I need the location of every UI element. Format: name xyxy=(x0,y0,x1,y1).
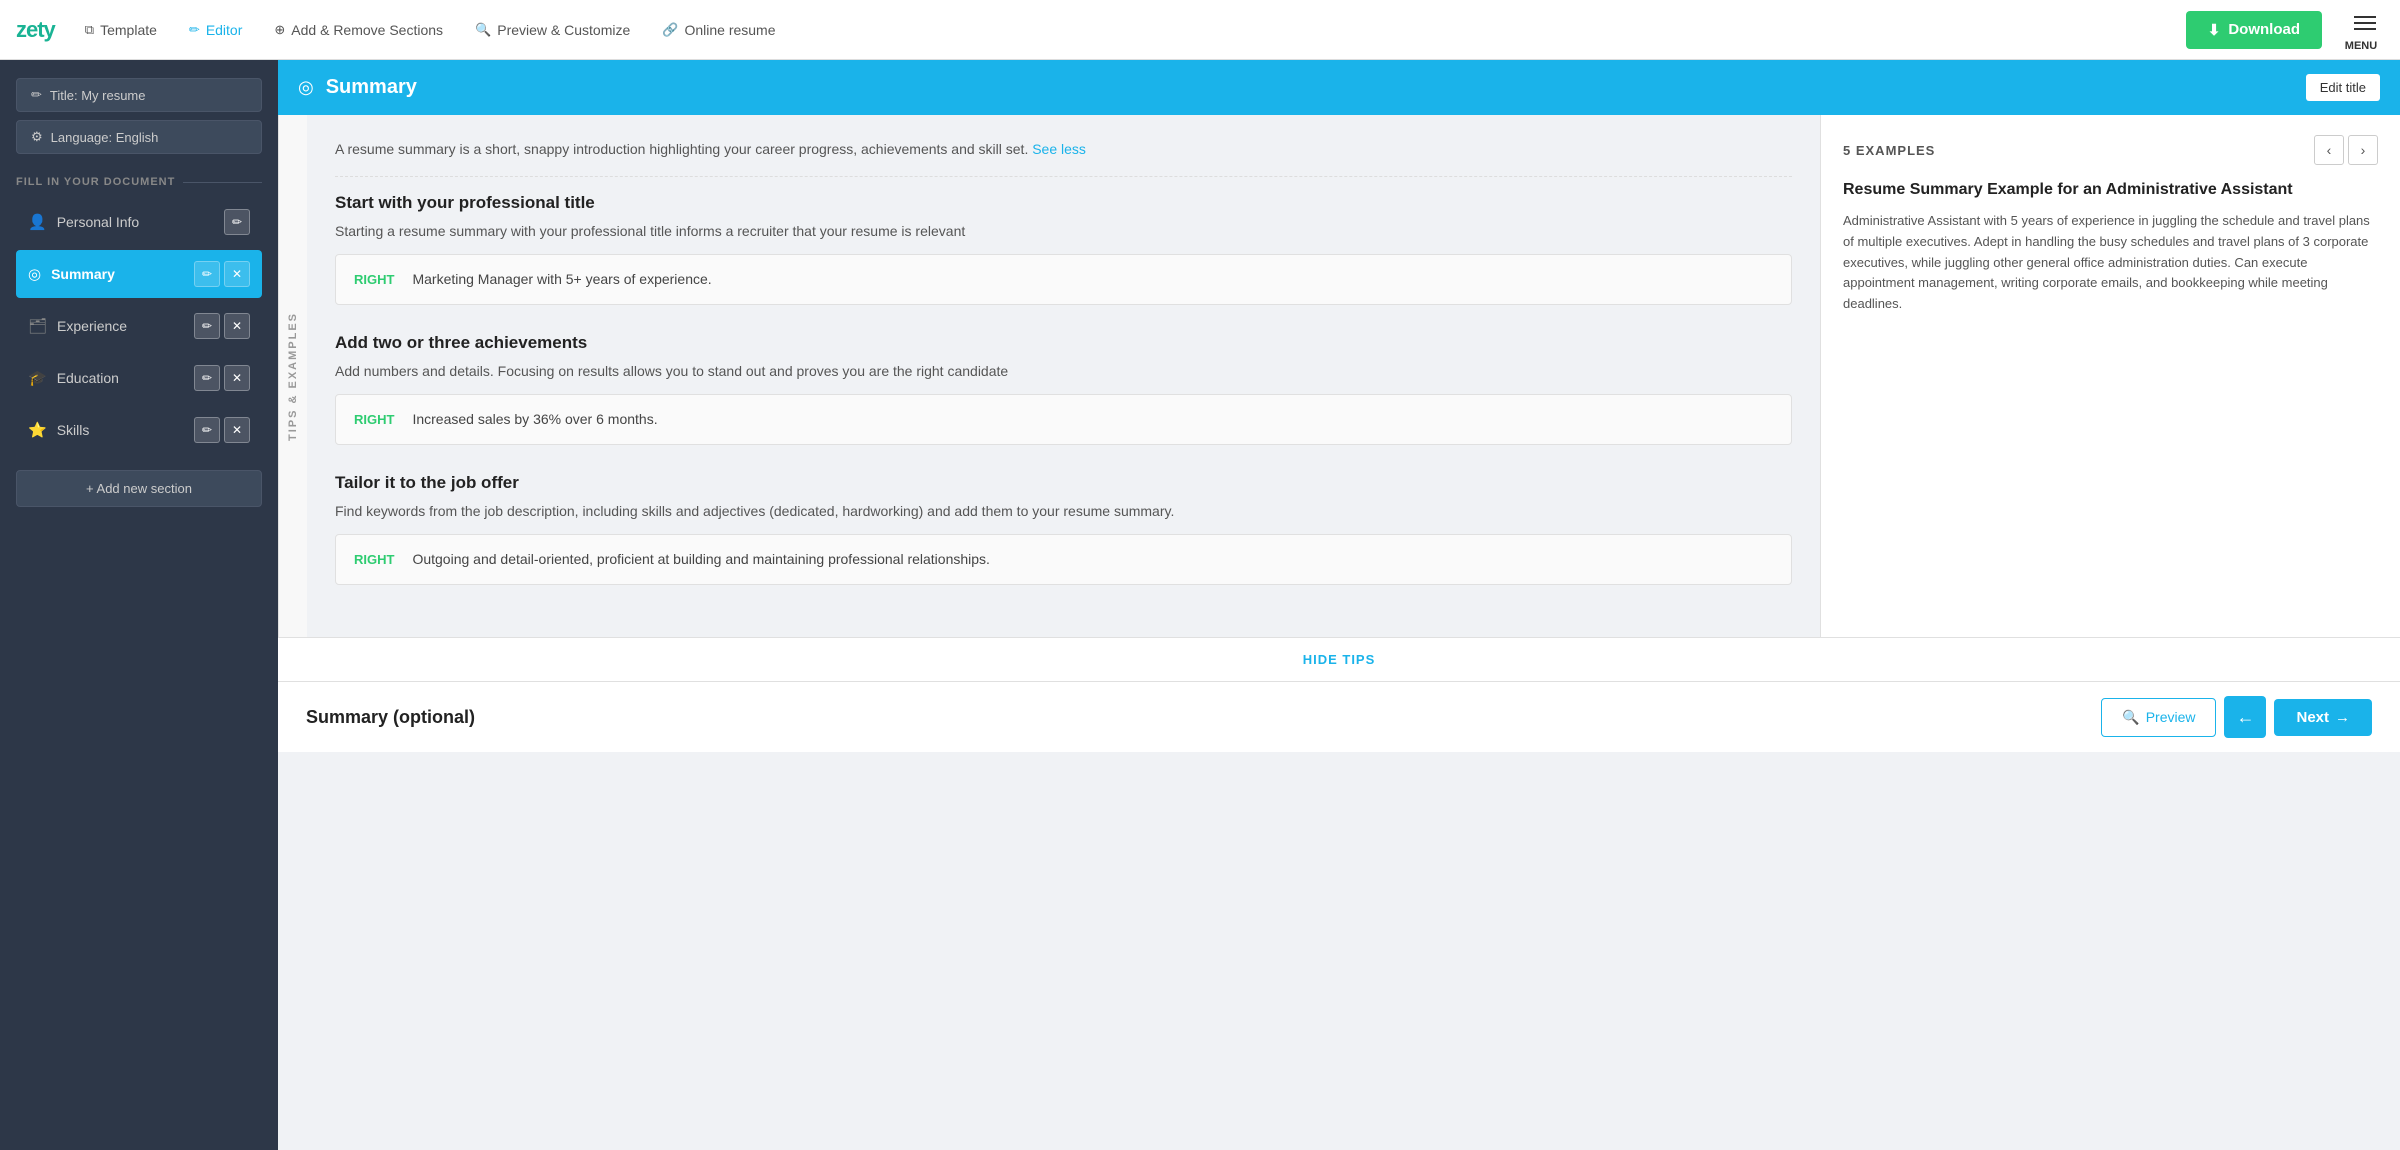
example-box-3: RIGHT Outgoing and detail-oriented, prof… xyxy=(335,534,1792,585)
section-title: Summary xyxy=(326,76,2294,99)
section-target-icon: ◎ xyxy=(298,77,314,98)
globe-icon: ⚙ xyxy=(31,129,43,145)
nav-template-label: Template xyxy=(100,22,157,38)
example-title: Resume Summary Example for an Administra… xyxy=(1843,181,2378,199)
section-header: ◎ Summary Edit title xyxy=(278,60,2400,115)
summary-icon: ◎ xyxy=(28,265,41,283)
delete-education-button[interactable]: ✕ xyxy=(224,365,250,391)
next-button[interactable]: Next → xyxy=(2274,699,2372,736)
preview-customize-icon: 🔍 xyxy=(475,22,491,38)
examples-count: 5 EXAMPLES xyxy=(1843,143,1935,158)
intro-text: A resume summary is a short, snappy intr… xyxy=(335,139,1792,160)
preview-icon: 🔍 xyxy=(2122,709,2139,726)
sidebar-item-personal-info[interactable]: 👤 Personal Info ✏ xyxy=(16,198,262,246)
sidebar: ✏ Title: My resume ⚙ Language: English F… xyxy=(0,60,278,1150)
examples-navigation: ‹ › xyxy=(2314,135,2378,165)
skills-icon: ⭐ xyxy=(28,421,47,439)
example-box-2: RIGHT Increased sales by 36% over 6 mont… xyxy=(335,394,1792,445)
examples-prev-button[interactable]: ‹ xyxy=(2314,135,2344,165)
examples-next-button[interactable]: › xyxy=(2348,135,2378,165)
tip-1: Start with your professional title Start… xyxy=(335,193,1792,305)
tips-area: TIPS & EXAMPLES A resume summary is a sh… xyxy=(278,115,1820,637)
back-arrow-button[interactable]: ← xyxy=(2224,696,2266,738)
sidebar-item-education[interactable]: 🎓 Education ✏ ✕ xyxy=(16,354,262,402)
menu-button[interactable]: MENU xyxy=(2338,8,2384,52)
main-content: ◎ Summary Edit title TIPS & EXAMPLES A r… xyxy=(278,60,2400,1150)
sidebar-item-summary[interactable]: ◎ Summary ✏ ✕ xyxy=(16,250,262,298)
edit-experience-button[interactable]: ✏ xyxy=(194,313,220,339)
download-icon: ⬇ xyxy=(2208,21,2221,39)
delete-skills-button[interactable]: ✕ xyxy=(224,417,250,443)
example-body: Administrative Assistant with 5 years of… xyxy=(1843,211,2378,315)
tips-examples-area: TIPS & EXAMPLES A resume summary is a sh… xyxy=(278,115,2400,637)
title-button[interactable]: ✏ Title: My resume xyxy=(16,78,262,112)
online-resume-icon: 🔗 xyxy=(662,22,678,38)
sidebar-item-experience[interactable]: 🗂 Experience ✏ ✕ xyxy=(16,302,262,350)
template-icon: ⧉ xyxy=(85,22,94,38)
nav-editor-label: Editor xyxy=(206,22,243,38)
download-button[interactable]: ⬇ Download xyxy=(2186,11,2322,49)
nav-online-resume[interactable]: 🔗 Online resume xyxy=(648,14,789,46)
nav-add-remove[interactable]: ⊕ Add & Remove Sections xyxy=(260,14,457,46)
top-navigation: zety ⧉ Template ✏ Editor ⊕ Add & Remove … xyxy=(0,0,2400,60)
language-button[interactable]: ⚙ Language: English xyxy=(16,120,262,154)
summary-optional-label: Summary (optional) xyxy=(306,707,475,728)
edit-skills-button[interactable]: ✏ xyxy=(194,417,220,443)
edit-icon: ✏ xyxy=(31,87,42,103)
tip-2: Add two or three achievements Add number… xyxy=(335,333,1792,445)
nav-add-remove-label: Add & Remove Sections xyxy=(291,22,443,38)
edit-personal-info-button[interactable]: ✏ xyxy=(224,209,250,235)
see-less-link[interactable]: See less xyxy=(1032,141,1086,157)
edit-title-button[interactable]: Edit title xyxy=(2306,74,2380,101)
add-remove-icon: ⊕ xyxy=(274,22,285,38)
nav-preview-customize-label: Preview & Customize xyxy=(497,22,630,38)
fill-label: FILL IN YOUR DOCUMENT xyxy=(16,176,262,188)
next-arrow-icon: → xyxy=(2335,709,2350,726)
bottom-actions: 🔍 Preview ← Next → xyxy=(2101,696,2372,738)
delete-summary-button[interactable]: ✕ xyxy=(224,261,250,287)
experience-icon: 🗂 xyxy=(28,317,47,335)
brand-logo: zety xyxy=(16,17,55,43)
tip-3: Tailor it to the job offer Find keywords… xyxy=(335,473,1792,585)
nav-editor[interactable]: ✏ Editor xyxy=(175,14,256,46)
add-section-button[interactable]: + Add new section xyxy=(16,470,262,507)
nav-online-resume-label: Online resume xyxy=(684,22,775,38)
education-icon: 🎓 xyxy=(28,369,47,387)
editor-icon: ✏ xyxy=(189,22,200,38)
delete-experience-button[interactable]: ✕ xyxy=(224,313,250,339)
person-icon: 👤 xyxy=(28,213,47,231)
sidebar-item-skills[interactable]: ⭐ Skills ✏ ✕ xyxy=(16,406,262,454)
examples-header: 5 EXAMPLES ‹ › xyxy=(1843,135,2378,165)
example-box-1: RIGHT Marketing Manager with 5+ years of… xyxy=(335,254,1792,305)
nav-preview-customize[interactable]: 🔍 Preview & Customize xyxy=(461,14,644,46)
preview-button[interactable]: 🔍 Preview xyxy=(2101,698,2216,737)
bottom-bar: Summary (optional) 🔍 Preview ← Next → xyxy=(278,681,2400,752)
tips-label: TIPS & EXAMPLES xyxy=(278,115,307,637)
hide-tips-button[interactable]: HIDE TIPS xyxy=(278,637,2400,681)
edit-education-button[interactable]: ✏ xyxy=(194,365,220,391)
edit-summary-button[interactable]: ✏ xyxy=(194,261,220,287)
tips-content: A resume summary is a short, snappy intr… xyxy=(307,115,1820,637)
nav-template[interactable]: ⧉ Template xyxy=(71,14,171,46)
examples-panel: 5 EXAMPLES ‹ › Resume Summary Example fo… xyxy=(1820,115,2400,637)
